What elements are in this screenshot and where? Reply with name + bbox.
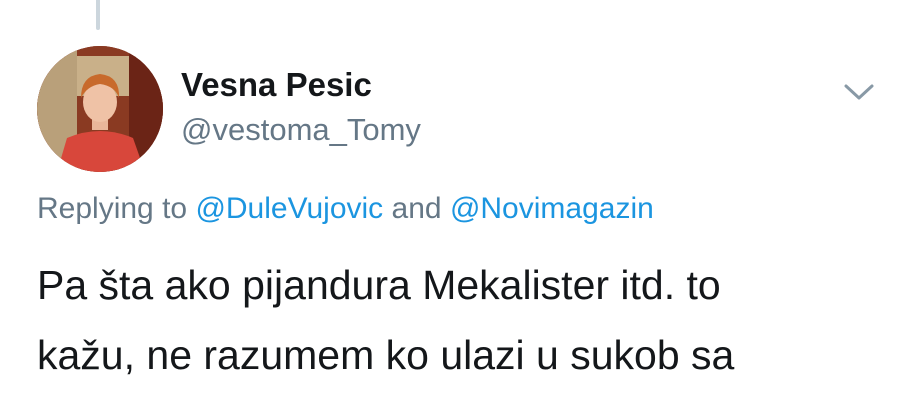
tweet-text-line: Pa šta ako pijandura Mekalister itd. to [37, 262, 721, 308]
chevron-down-icon[interactable] [842, 80, 876, 104]
mention-link[interactable]: @Novimagazin [450, 192, 654, 225]
tweet: Vesna Pesic @vestoma_Tomy Replying to @D… [0, 0, 900, 410]
display-name[interactable]: Vesna Pesic [181, 66, 372, 104]
thread-connector-line [96, 0, 100, 30]
mention-link[interactable]: @DuleVujovic [195, 192, 383, 225]
tweet-text: Pa šta ako pijandura Mekalister itd. to … [37, 250, 877, 390]
reply-conjunction: and [391, 192, 442, 225]
avatar-photo [37, 46, 163, 172]
avatar[interactable] [37, 46, 163, 172]
reply-context: Replying to @DuleVujovic and @Novimagazi… [37, 192, 654, 226]
tweet-text-line: kažu, ne razumem ko ulazi u sukob sa [37, 332, 735, 378]
reply-prefix: Replying to [37, 192, 188, 225]
user-handle[interactable]: @vestoma_Tomy [181, 112, 421, 148]
